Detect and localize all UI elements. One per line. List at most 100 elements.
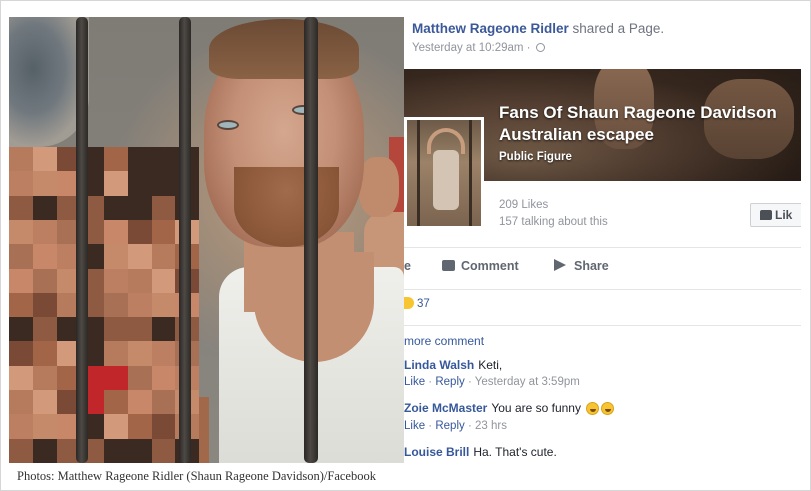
pixel-block: [127, 438, 152, 463]
pixel-block: [9, 438, 33, 463]
pixel-block: [151, 268, 176, 293]
pixel-block: [151, 195, 176, 220]
pixel-block: [32, 390, 57, 415]
left-eye: [217, 120, 239, 130]
pixel-block: [104, 244, 128, 269]
pixel-block: [9, 292, 33, 318]
pixel-block: [127, 365, 152, 391]
pixel-block: [104, 219, 128, 245]
pixel-block: [104, 147, 128, 172]
pixel-block: [127, 147, 152, 172]
page-profile-picture[interactable]: [404, 117, 484, 229]
pixel-block: [104, 171, 128, 196]
pixel-block: [9, 219, 33, 245]
comment-label: Comment: [461, 259, 519, 273]
like-page-label: Lik: [775, 208, 793, 222]
facebook-post-screenshot: Matthew Rageone Ridler shared a Page. Ye…: [404, 9, 801, 465]
post-author-link[interactable]: Matthew Rageone Ridler: [412, 21, 569, 36]
hand: [359, 157, 399, 217]
post-action-bar: e Comment Share: [404, 259, 801, 279]
pixel-block: [151, 292, 176, 318]
like-page-button[interactable]: Lik: [750, 203, 801, 227]
pixel-block: [104, 414, 128, 439]
pixelated-face: [9, 147, 199, 463]
pixel-block: [127, 341, 152, 366]
like-action-partial[interactable]: e: [404, 259, 411, 273]
hair: [209, 19, 359, 79]
comment-like-link[interactable]: Like: [404, 420, 425, 432]
cell-bar: [179, 17, 191, 463]
pixel-block: [127, 268, 152, 293]
pixel-block: [9, 147, 33, 172]
pixel-block: [104, 195, 128, 220]
globe-icon: [535, 43, 545, 52]
time-separator: ·: [526, 42, 531, 54]
commenter-name-link[interactable]: Louise Brill: [404, 445, 469, 459]
jail-selfie-photo: [9, 17, 404, 463]
pixel-block: [127, 390, 152, 415]
pixel-block: [9, 365, 33, 391]
pixel-block: [104, 438, 128, 463]
pixel-block: [151, 390, 176, 415]
pixel-block: [127, 244, 152, 269]
comment-meta: Like · Reply · Yesterday at 3:59pm: [404, 376, 580, 388]
pixel-block: [151, 438, 176, 463]
pixel-block: [104, 365, 128, 391]
pixel-block: [32, 317, 57, 342]
pixel-block: [104, 341, 128, 366]
commenter-name-link[interactable]: Zoie McMaster: [404, 401, 487, 415]
comment-item: Zoie McMaster You are so funny: [404, 401, 615, 415]
thumb-bar: [469, 120, 472, 226]
page-name-link[interactable]: Fans Of Shaun Rageone Davidson Australia…: [499, 102, 801, 146]
comment-item: Louise Brill Ha. That's cute.: [404, 445, 557, 459]
pixel-block: [104, 317, 128, 342]
comment-reply-link[interactable]: Reply: [435, 376, 464, 388]
page-category: Public Figure: [499, 151, 572, 163]
pixel-block: [32, 147, 57, 172]
photo-caption: Photos: Matthew Rageone Ridler (Shaun Ra…: [17, 469, 376, 483]
share-icon: [554, 259, 566, 271]
pixel-block: [151, 147, 176, 172]
divider: [404, 247, 801, 248]
divider: [404, 325, 801, 326]
pixel-block: [32, 171, 57, 196]
reactions-summary[interactable]: 37: [404, 297, 430, 310]
comment-time[interactable]: Yesterday at 3:59pm: [475, 376, 580, 388]
comment-like-link[interactable]: Like: [404, 376, 425, 388]
pixel-block: [104, 390, 128, 415]
commenter-name-link[interactable]: Linda Walsh: [404, 358, 474, 372]
comment-text: Keti,: [478, 358, 503, 372]
pixel-block: [151, 244, 176, 269]
pixel-block: [151, 341, 176, 366]
post-time-link[interactable]: Yesterday at 10:29am: [412, 42, 523, 54]
pixel-block: [151, 414, 176, 439]
pixel-block: [104, 292, 128, 318]
comment-text: Ha. That's cute.: [473, 445, 557, 459]
pixel-block: [127, 317, 152, 342]
pixel-block: [9, 317, 33, 342]
beard: [234, 167, 339, 247]
comment-reply-link[interactable]: Reply: [435, 420, 464, 432]
pixel-block: [151, 171, 176, 196]
pixel-block: [127, 292, 152, 318]
cell-bar: [304, 17, 318, 463]
post-header: Matthew Rageone Ridler shared a Page.: [412, 21, 664, 36]
comment-item: Linda Walsh Keti,: [404, 358, 502, 372]
pixel-block: [32, 268, 57, 293]
share-button[interactable]: Share: [554, 259, 609, 273]
comment-button[interactable]: Comment: [442, 259, 519, 273]
thumb-figure-body: [433, 150, 459, 210]
article-image-frame: Matthew Rageone Ridler shared a Page. Ye…: [0, 0, 811, 491]
comment-time[interactable]: 23 hrs: [475, 420, 507, 432]
cell-bar: [76, 17, 88, 463]
thumbs-up-icon: [760, 210, 772, 220]
pixel-block: [32, 414, 57, 439]
pixel-block: [9, 390, 33, 415]
pixel-block: [127, 219, 152, 245]
pixel-block: [151, 317, 176, 342]
view-more-comments-link[interactable]: more comment: [404, 334, 484, 348]
page-likes-count: 209 Likes: [499, 199, 549, 211]
pixel-block: [9, 244, 33, 269]
pixel-block: [127, 195, 152, 220]
share-label: Share: [574, 259, 609, 273]
